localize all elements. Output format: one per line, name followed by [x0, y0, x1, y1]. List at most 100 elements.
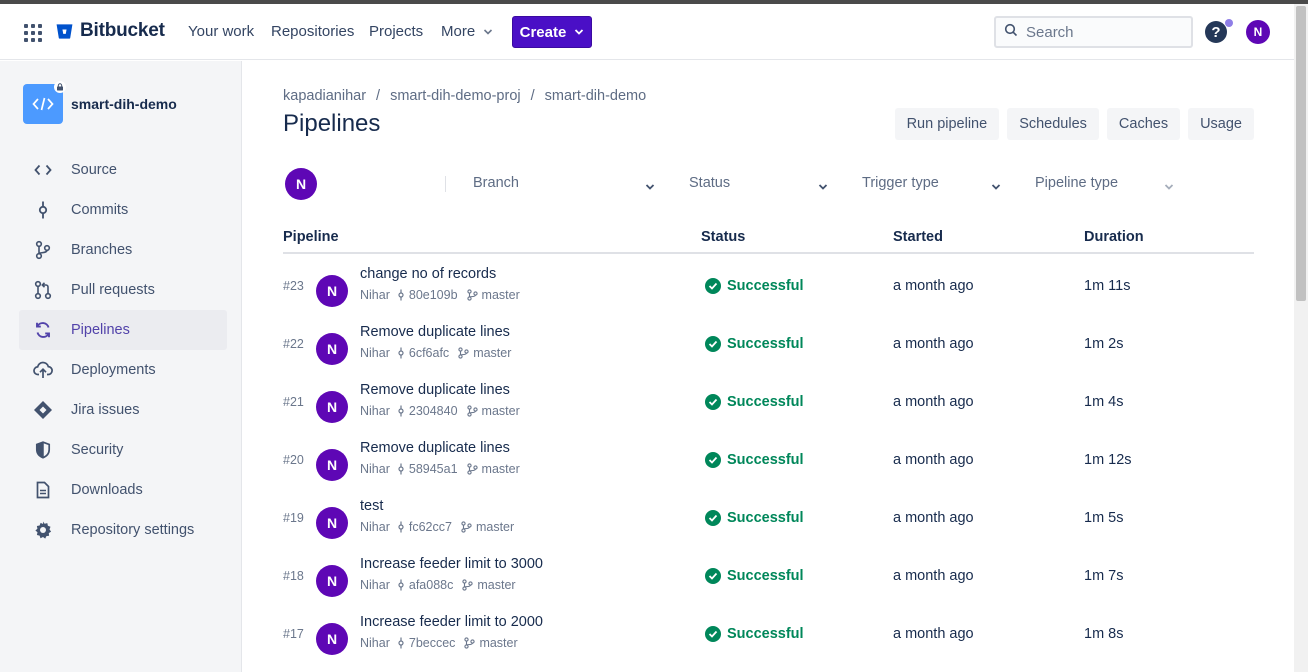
sidebar-item-source[interactable]: Source	[19, 150, 227, 190]
table-row[interactable]: #23 Nchange no of records Nihar 80e109b mast…	[283, 263, 1254, 321]
commit-hash[interactable]: 6cf6afc	[409, 346, 449, 360]
chevron-down-icon[interactable]	[1164, 178, 1174, 196]
chevron-down-icon[interactable]	[991, 178, 1001, 196]
sidebar-item-security[interactable]: Security	[19, 430, 227, 470]
sidebar-item-label: Branches	[71, 242, 133, 258]
sidebar-item-repository-settings[interactable]: Repository settings	[19, 510, 227, 550]
breadcrumb-separator: /	[530, 88, 535, 104]
trigger-type-filter[interactable]: Trigger type	[862, 175, 939, 191]
branch-name[interactable]: master	[479, 636, 517, 650]
sidebar-item-label: Security	[71, 442, 124, 458]
branch-name[interactable]: master	[482, 288, 520, 302]
chevron-down-icon[interactable]	[818, 178, 828, 196]
search-input[interactable]	[1026, 23, 1176, 41]
breadcrumb-project[interactable]: smart-dih-demo-proj	[390, 88, 521, 104]
notification-dot	[1225, 19, 1233, 27]
commit-icon	[397, 289, 405, 301]
commit-message[interactable]: Increase feeder limit to 3000	[360, 556, 543, 572]
pipeline-number[interactable]: #21	[283, 395, 304, 409]
commit-meta: Nihar afa088c master	[360, 578, 516, 592]
breadcrumb-repository[interactable]: smart-dih-demo	[545, 88, 647, 104]
page-scrollbar[interactable]	[1294, 4, 1308, 672]
app-switcher-icon[interactable]	[24, 24, 42, 42]
nav-projects[interactable]: Projects	[369, 23, 423, 40]
commit-message[interactable]: change no of records	[360, 266, 496, 282]
usage-button[interactable]: Usage	[1188, 108, 1254, 140]
pipeline-number[interactable]: #17	[283, 627, 304, 641]
pipeline-number[interactable]: #18	[283, 569, 304, 583]
column-header-pipeline[interactable]: Pipeline	[283, 229, 339, 245]
sidebar-item-downloads[interactable]: Downloads	[19, 470, 227, 510]
table-row[interactable]: #22 N Remove duplicate lines Nihar 6cf6afc ma…	[283, 321, 1254, 379]
branch-name[interactable]: master	[482, 404, 520, 418]
commit-hash[interactable]: 58945a1	[409, 462, 458, 476]
page-actions: Run pipeline Schedules Caches Usage	[894, 108, 1254, 140]
pipeline-number[interactable]: #19	[283, 511, 304, 525]
schedules-label: Schedules	[1019, 116, 1087, 132]
run-pipeline-label: Run pipeline	[906, 116, 988, 132]
bitbucket-logo[interactable]: Bitbucket	[55, 20, 165, 42]
commit-message[interactable]: Remove duplicate lines	[360, 382, 510, 398]
commit-message[interactable]: Remove duplicate lines	[360, 324, 510, 340]
started-time: a month ago	[893, 510, 974, 526]
sidebar-item-jira-issues[interactable]: Jira issues	[19, 390, 227, 430]
duration: 1m 12s	[1084, 452, 1132, 468]
column-header-started[interactable]: Started	[893, 229, 943, 245]
pipeline-number[interactable]: #22	[283, 337, 304, 351]
duration: 1m 4s	[1084, 394, 1124, 410]
table-row[interactable]: #18 N Increase feeder limit to 3000 Nihar af…	[283, 553, 1254, 611]
breadcrumb-workspace[interactable]: kapadianihar	[283, 88, 366, 104]
sidebar-item-pull-requests[interactable]: Pull requests	[19, 270, 227, 310]
caches-label: Caches	[1118, 116, 1169, 132]
branch-name[interactable]: master	[477, 578, 515, 592]
sidebar-item-commits[interactable]: Commits	[19, 190, 227, 230]
sidebar-item-label: Commits	[71, 202, 129, 218]
commit-hash[interactable]: 7beccec	[409, 636, 456, 650]
table-row[interactable]: #21 N Remove duplicate lines Nihar 2304840 ma…	[283, 379, 1254, 437]
commit-hash[interactable]: afa088c	[409, 578, 453, 592]
help-icon[interactable]: ?	[1205, 21, 1227, 43]
schedules-button[interactable]: Schedules	[1007, 108, 1099, 140]
search-box[interactable]	[994, 16, 1193, 48]
branch-filter[interactable]: Branch	[473, 175, 519, 191]
pipeline-number[interactable]: #23	[283, 279, 304, 293]
commit-meta: Nihar 6cf6afc master	[360, 346, 511, 360]
status-filter[interactable]: Status	[689, 175, 730, 191]
nav-repositories[interactable]: Repositories	[271, 23, 354, 40]
commit-message[interactable]: Increase feeder limit to 2000	[360, 614, 543, 630]
branch-name[interactable]: master	[476, 520, 514, 534]
table-row[interactable]: #17 N Increase feeder limit to 2000 Nihar 7b…	[283, 611, 1254, 669]
column-header-duration[interactable]: Duration	[1084, 229, 1144, 245]
run-pipeline-button[interactable]: Run pipeline	[894, 108, 1000, 140]
check-circle-icon	[705, 568, 721, 584]
branch-name[interactable]: master	[482, 462, 520, 476]
branch-name[interactable]: master	[473, 346, 511, 360]
sidebar-item-branches[interactable]: Branches	[19, 230, 227, 270]
user-avatar[interactable]: N	[1246, 20, 1270, 44]
chevron-down-icon[interactable]	[645, 178, 655, 196]
pipeline-number[interactable]: #20	[283, 453, 304, 467]
sidebar-item-deployments[interactable]: Deployments	[19, 350, 227, 390]
filter-divider	[445, 176, 446, 192]
repo-header[interactable]: smart-dih-demo	[23, 81, 177, 124]
commit-icon	[397, 463, 405, 475]
table-row[interactable]: #20 N Remove duplicate lines Nihar 58945a1 ma…	[283, 437, 1254, 495]
commit-message[interactable]: Remove duplicate lines	[360, 440, 510, 456]
table-row[interactable]: #19 Ntest Nihar fc62cc7 master Successful a mo…	[283, 495, 1254, 553]
create-button[interactable]: Create	[512, 16, 592, 48]
commit-hash[interactable]: 2304840	[409, 404, 458, 418]
column-header-status[interactable]: Status	[701, 229, 745, 245]
nav-more[interactable]: More	[441, 23, 493, 40]
branch-icon	[33, 240, 53, 260]
branch-icon	[462, 579, 474, 591]
user-filter-avatar[interactable]: N	[285, 168, 317, 200]
sidebar-item-pipelines[interactable]: Pipelines	[19, 310, 227, 350]
scrollbar-thumb[interactable]	[1296, 6, 1306, 301]
breadcrumb: kapadianihar / smart-dih-demo-proj / sma…	[283, 88, 646, 104]
caches-button[interactable]: Caches	[1106, 108, 1181, 140]
commit-message[interactable]: test	[360, 498, 383, 514]
nav-your-work[interactable]: Your work	[188, 23, 254, 40]
commit-hash[interactable]: fc62cc7	[409, 520, 452, 534]
pipeline-type-filter[interactable]: Pipeline type	[1035, 175, 1118, 191]
commit-hash[interactable]: 80e109b	[409, 288, 458, 302]
